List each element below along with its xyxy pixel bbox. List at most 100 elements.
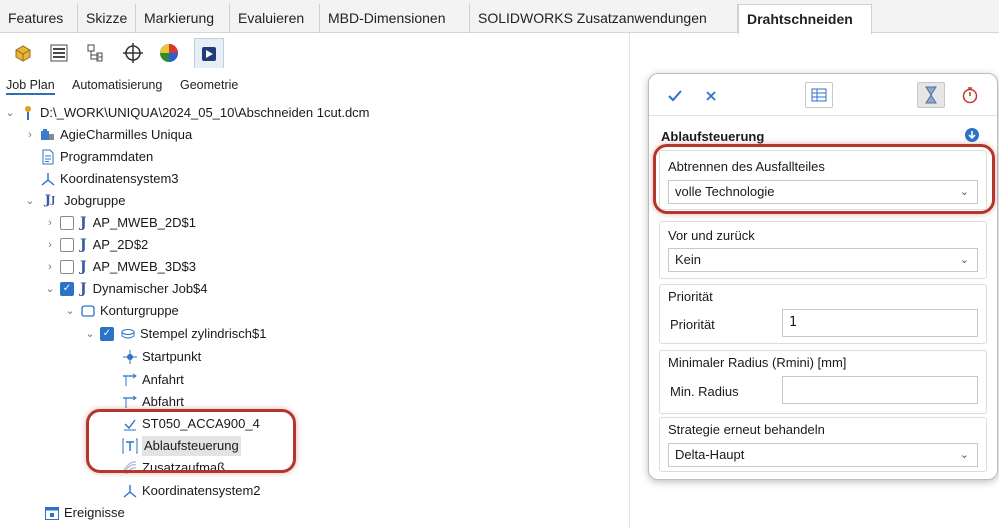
tree-anfahrt-label: Anfahrt	[142, 372, 184, 387]
tree-program-data[interactable]: Programmdaten	[40, 147, 153, 167]
tree-startpunkt-label: Startpunkt	[142, 349, 202, 364]
separation-select[interactable]: volle Technologie ⌄	[668, 180, 978, 204]
chevron-right-icon[interactable]: ›	[44, 213, 56, 233]
hourglass-icon[interactable]	[917, 82, 945, 108]
ribbon-tab-bar: Features Skizze Markierung Evaluieren MB…	[0, 0, 999, 34]
tab-markierung[interactable]: Markierung	[136, 4, 230, 33]
tree-job-group[interactable]: ⌄ JJ Jobgruppe	[24, 191, 125, 211]
forward-back-select-value: Kein	[675, 252, 702, 267]
job-2-checkbox[interactable]	[60, 238, 74, 252]
allowance-icon	[122, 460, 138, 476]
forward-back-group-label: Vor und zurück	[668, 228, 755, 243]
property-panel: Ablaufsteuerung Abtrennen des Ausfalltei…	[648, 73, 998, 480]
tab-evaluieren[interactable]: Evaluieren	[230, 4, 320, 33]
job-icon: J	[80, 237, 87, 253]
tab-skizze[interactable]: Skizze	[78, 4, 136, 33]
collapse-arrow-icon[interactable]	[964, 127, 980, 143]
chevron-down-icon[interactable]: ⌄	[64, 301, 76, 321]
tree-job-1[interactable]: › J AP_MWEB_2D$1	[44, 213, 196, 233]
forward-back-select[interactable]: Kein ⌄	[668, 248, 978, 272]
coordinate-system-icon	[122, 483, 138, 499]
document-icon	[40, 149, 56, 165]
min-radius-group: Minimaler Radius (Rmini) [mm] Min. Radiu…	[659, 350, 987, 414]
tree-job-4[interactable]: ⌄ ✓ J Dynamischer Job$4	[44, 279, 207, 299]
tree-job-1-label: AP_MWEB_2D$1	[92, 215, 196, 230]
chevron-down-icon: ⌄	[959, 186, 969, 198]
job-4-checkbox[interactable]: ✓	[60, 282, 74, 296]
tree-coord-system-2-label: Koordinatensystem2	[142, 483, 261, 498]
priority-group-label: Priorität	[668, 289, 713, 304]
priority-input[interactable]: 1	[782, 309, 978, 337]
tree-program-data-label: Programmdaten	[60, 149, 154, 164]
tab-drahtschneiden[interactable]: Drahtschneiden	[738, 4, 872, 34]
job-icon: J	[80, 281, 87, 297]
timer-icon[interactable]	[959, 84, 981, 106]
tree-root[interactable]: ⌄ D:\_WORK\UNIQUA\2024_05_10\Abschneiden…	[4, 103, 370, 123]
chevron-right-icon[interactable]: ›	[44, 235, 56, 255]
tree-contour-label: Stempel zylindrisch$1	[140, 326, 267, 341]
contour-icon	[120, 326, 136, 342]
tree-abfahrt-label: Abfahrt	[142, 394, 184, 409]
job-icon: J	[80, 215, 87, 231]
tree-job-2[interactable]: › J AP_2D$2	[44, 235, 148, 255]
separation-group-label: Abtrennen des Ausfallteiles	[668, 159, 825, 174]
chevron-down-icon[interactable]: ⌄	[4, 103, 16, 123]
tree-job-group-label: Jobgruppe	[64, 193, 126, 208]
tree-job-3-label: AP_MWEB_3D$3	[92, 259, 196, 274]
job-tree: ⌄ D:\_WORK\UNIQUA\2024_05_10\Abschneiden…	[0, 33, 630, 528]
chevron-down-icon: ⌄	[959, 449, 969, 461]
departure-icon	[122, 394, 138, 410]
tree-technology-label: ST050_ACCA900_4	[142, 416, 260, 431]
job-1-checkbox[interactable]	[60, 216, 74, 230]
strategy-select[interactable]: Delta-Haupt ⌄	[668, 443, 978, 467]
approach-icon	[122, 372, 138, 388]
tree-startpunkt[interactable]: Startpunkt	[122, 347, 201, 367]
tree-contour-group[interactable]: ⌄ Konturgruppe	[64, 301, 179, 321]
tree-coord-system-2[interactable]: Koordinatensystem2	[122, 481, 261, 501]
tree-abfahrt[interactable]: Abfahrt	[122, 392, 184, 412]
tab-features[interactable]: Features	[0, 4, 78, 33]
tree-anfahrt[interactable]: Anfahrt	[122, 370, 184, 390]
tree-contour-group-label: Konturgruppe	[100, 303, 179, 318]
confirm-check-icon[interactable]	[665, 86, 685, 106]
tree-contour[interactable]: ⌄ ✓ Stempel zylindrisch$1	[84, 324, 266, 344]
tree-machine[interactable]: › AgieCharmilles Uniqua	[24, 125, 192, 145]
tree-technology[interactable]: ST050_ACCA900_4	[122, 414, 260, 434]
tab-mbd-dimensionen[interactable]: MBD-Dimensionen	[320, 4, 470, 33]
job-group-icon: JJ	[44, 193, 56, 208]
min-radius-input[interactable]	[782, 376, 978, 404]
forward-back-group: Vor und zurück Kein ⌄	[659, 221, 987, 279]
tree-events-label: Ereignisse	[64, 505, 125, 520]
tree-ablaufsteuerung-label: Ablaufsteuerung	[142, 436, 241, 456]
tree-events[interactable]: Ereignisse	[44, 503, 125, 523]
tree-coord-system-3-label: Koordinatensystem3	[60, 171, 179, 186]
table-view-icon[interactable]	[805, 82, 833, 108]
min-radius-group-label: Minimaler Radius (Rmini) [mm]	[668, 355, 847, 370]
machine-icon	[40, 127, 56, 143]
tree-job-3[interactable]: › J AP_MWEB_3D$3	[44, 257, 196, 277]
job-3-checkbox[interactable]	[60, 260, 74, 274]
chevron-down-icon[interactable]: ⌄	[44, 279, 56, 299]
separation-group: Abtrennen des Ausfallteiles volle Techno…	[659, 150, 987, 210]
events-icon	[44, 505, 60, 521]
strategy-group: Strategie erneut behandeln Delta-Haupt ⌄	[659, 417, 987, 472]
min-radius-field-label: Min. Radius	[670, 384, 739, 399]
tree-ablaufsteuerung[interactable]: Ablaufsteuerung	[122, 436, 241, 456]
tree-zusatzaufmass-label: Zusatzaufmaß	[142, 460, 226, 475]
chevron-right-icon[interactable]: ›	[44, 257, 56, 277]
feature-manager-panel: Job Plan Automatisierung Geometrie ⌄ D:\…	[0, 33, 630, 528]
tree-coord-system-3[interactable]: Koordinatensystem3	[40, 169, 179, 189]
chevron-down-icon[interactable]: ⌄	[84, 324, 96, 344]
strategy-group-label: Strategie erneut behandeln	[668, 422, 825, 437]
contour-checkbox[interactable]: ✓	[100, 327, 114, 341]
job-icon: J	[80, 259, 87, 275]
chevron-down-icon[interactable]: ⌄	[24, 191, 36, 211]
strategy-select-value: Delta-Haupt	[675, 447, 745, 462]
tree-zusatzaufmass[interactable]: Zusatzaufmaß	[122, 458, 225, 478]
priority-input-value: 1	[789, 315, 798, 330]
chevron-right-icon[interactable]: ›	[24, 125, 36, 145]
tree-machine-label: AgieCharmilles Uniqua	[60, 127, 193, 142]
priority-group: Priorität Priorität 1	[659, 284, 987, 344]
cancel-close-icon[interactable]	[701, 86, 721, 106]
tab-solidworks-addins[interactable]: SOLIDWORKS Zusatzanwendungen	[470, 4, 738, 33]
